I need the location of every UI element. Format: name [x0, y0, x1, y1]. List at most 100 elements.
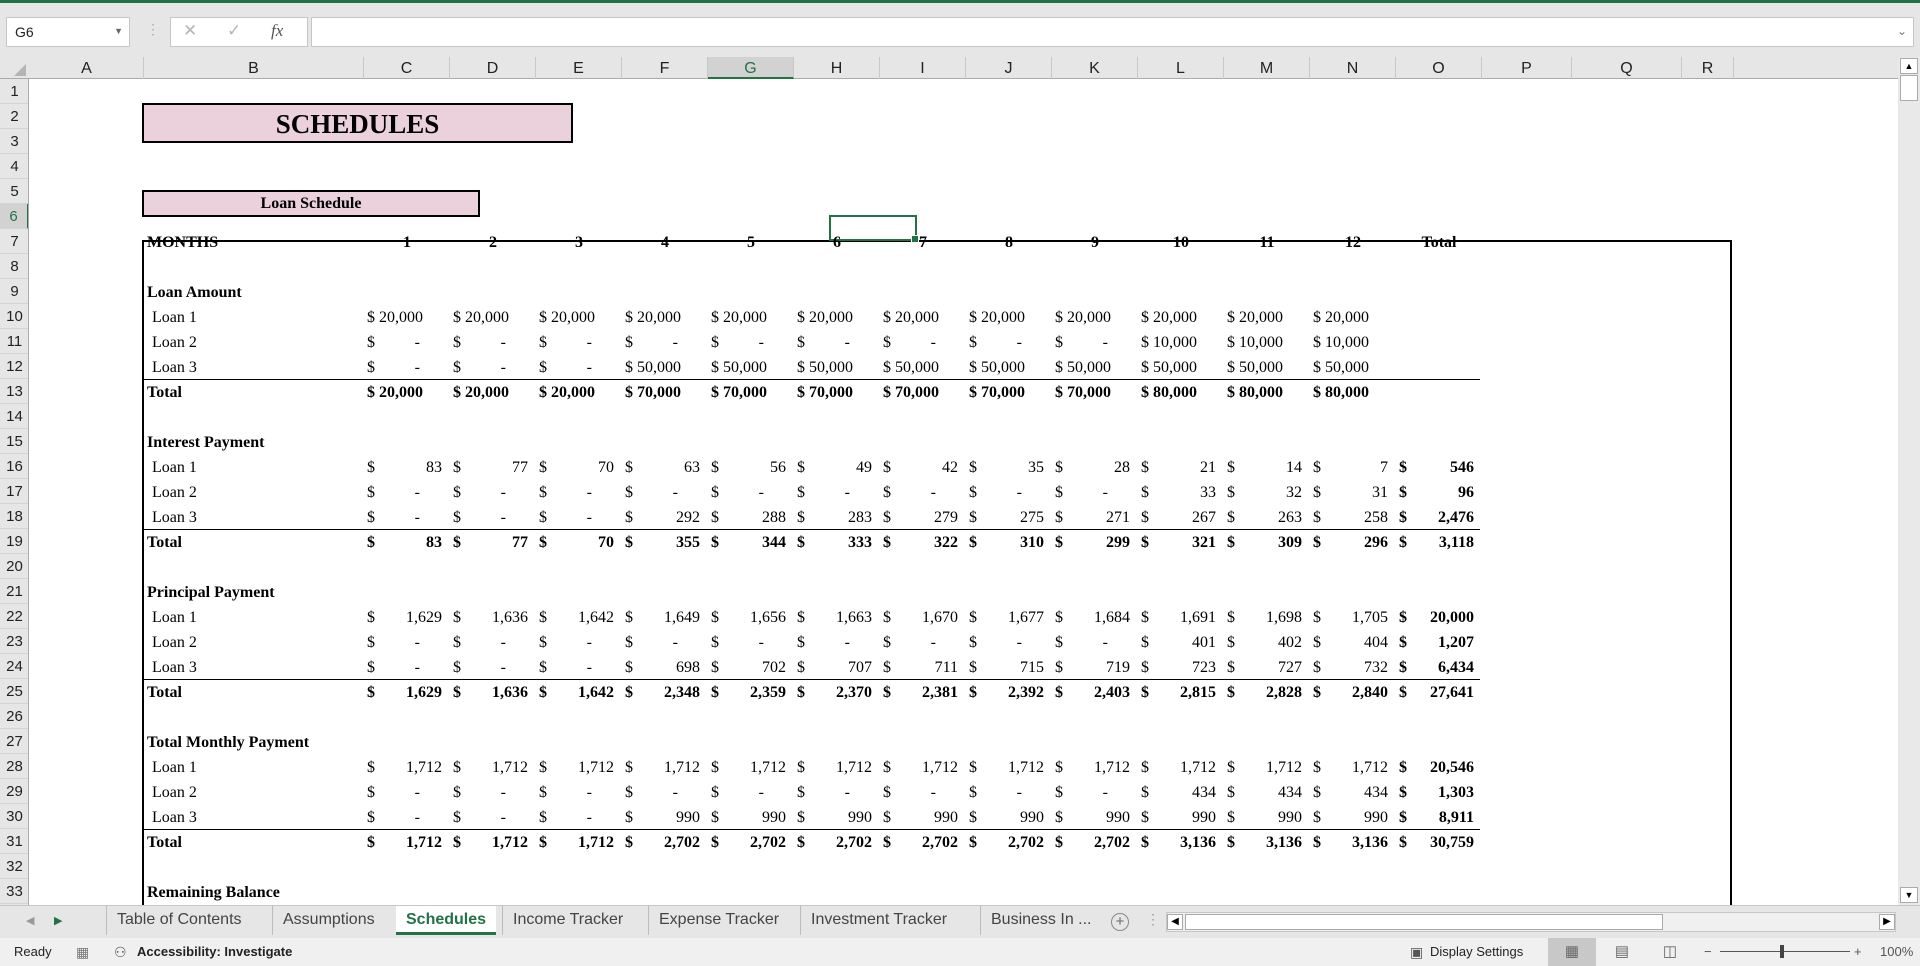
vertical-scrollbar[interactable]: ▲ ▼ [1898, 57, 1920, 905]
row-header-30[interactable]: 30 [0, 804, 28, 829]
function-icon[interactable]: fx [271, 21, 283, 41]
value-cell[interactable]: $ - [536, 655, 622, 680]
total-cell[interactable]: $546 [1396, 455, 1482, 480]
value-cell[interactable]: $ 10,000 [1310, 330, 1396, 355]
value-cell[interactable]: $310 [966, 530, 1052, 555]
column-header-h[interactable]: H [794, 57, 880, 79]
sheet-tab-business-in[interactable]: Business In ... [980, 906, 1102, 935]
value-cell[interactable]: $ - [708, 330, 794, 355]
macro-recording-icon[interactable]: ▦ [76, 944, 89, 961]
value-cell[interactable]: $1,712 [450, 755, 536, 780]
value-cell[interactable]: $321 [1138, 530, 1224, 555]
row-header-13[interactable]: 13 [0, 379, 28, 404]
value-cell[interactable]: $1,642 [536, 680, 622, 705]
column-header-k[interactable]: K [1052, 57, 1138, 79]
page-break-view-icon[interactable]: ◫ [1646, 938, 1694, 966]
value-cell[interactable]: $ - [536, 480, 622, 505]
value-cell[interactable]: $1,712 [450, 830, 536, 855]
row-header-8[interactable]: 8 [0, 254, 28, 279]
row-header-14[interactable]: 14 [0, 404, 28, 429]
value-cell[interactable]: $ 20,000 [1138, 305, 1224, 330]
value-cell[interactable]: $322 [880, 530, 966, 555]
value-cell[interactable]: $ - [622, 630, 708, 655]
scroll-up-icon[interactable]: ▲ [1900, 58, 1918, 74]
value-cell[interactable]: $ 70,000 [622, 380, 708, 405]
value-cell[interactable]: $33 [1138, 480, 1224, 505]
value-cell[interactable]: $ - [966, 480, 1052, 505]
row-header-28[interactable]: 28 [0, 754, 28, 779]
value-cell[interactable]: $ - [450, 805, 536, 830]
row-header-6[interactable]: 6 [0, 204, 28, 229]
row-header-3[interactable]: 3 [0, 129, 28, 154]
value-cell[interactable]: $ - [708, 780, 794, 805]
formula-bar-input[interactable]: ⌄ [311, 17, 1914, 47]
value-cell[interactable]: $723 [1138, 655, 1224, 680]
value-cell[interactable]: $1,712 [622, 755, 708, 780]
value-cell[interactable]: $ - [450, 505, 536, 530]
value-cell[interactable]: $ - [450, 630, 536, 655]
column-header-f[interactable]: F [622, 57, 708, 79]
value-cell[interactable]: $ 50,000 [708, 355, 794, 380]
drag-handle-icon[interactable]: ⋮ [146, 21, 160, 38]
value-cell[interactable]: $2,702 [622, 830, 708, 855]
row-header-2[interactable]: 2 [0, 104, 28, 129]
value-cell[interactable]: $ - [364, 630, 450, 655]
value-cell[interactable]: $ 50,000 [1224, 355, 1310, 380]
value-cell[interactable]: $1,712 [536, 755, 622, 780]
value-cell[interactable]: $ - [966, 330, 1052, 355]
value-cell[interactable]: $1,663 [794, 605, 880, 630]
value-cell[interactable]: $ 50,000 [1310, 355, 1396, 380]
zoom-slider-handle[interactable] [1780, 945, 1784, 958]
value-cell[interactable]: $299 [1052, 530, 1138, 555]
value-cell[interactable]: $ 80,000 [1310, 380, 1396, 405]
value-cell[interactable]: $ - [364, 480, 450, 505]
horizontal-scrollbar[interactable]: ◀ ▶ [1166, 912, 1896, 932]
value-cell[interactable]: $ - [880, 330, 966, 355]
value-cell[interactable]: $49 [794, 455, 880, 480]
total-cell[interactable]: $2,476 [1396, 505, 1482, 530]
page-layout-view-icon[interactable]: ▤ [1598, 938, 1646, 966]
value-cell[interactable]: $1,712 [708, 755, 794, 780]
value-cell[interactable]: $14 [1224, 455, 1310, 480]
value-cell[interactable]: $344 [708, 530, 794, 555]
row-header-5[interactable]: 5 [0, 179, 28, 204]
scroll-down-icon[interactable]: ▼ [1900, 887, 1918, 903]
row-header-26[interactable]: 26 [0, 704, 28, 729]
value-cell[interactable]: $ 20,000 [966, 305, 1052, 330]
chevron-down-icon[interactable]: ▼ [114, 26, 123, 36]
value-cell[interactable]: $ - [622, 780, 708, 805]
value-cell[interactable]: $ 10,000 [1224, 330, 1310, 355]
value-cell[interactable]: $ - [536, 805, 622, 830]
value-cell[interactable]: $ - [794, 630, 880, 655]
value-cell[interactable]: $275 [966, 505, 1052, 530]
column-header-g[interactable]: G [708, 57, 794, 79]
value-cell[interactable]: $ - [1052, 780, 1138, 805]
value-cell[interactable]: $732 [1310, 655, 1396, 680]
value-cell[interactable]: $ 70,000 [1052, 380, 1138, 405]
value-cell[interactable]: $1,705 [1310, 605, 1396, 630]
value-cell[interactable]: $990 [708, 805, 794, 830]
value-cell[interactable]: $ 20,000 [794, 305, 880, 330]
value-cell[interactable]: $ 20,000 [1052, 305, 1138, 330]
value-cell[interactable]: $70 [536, 530, 622, 555]
zoom-level[interactable]: 100% [1880, 944, 1913, 959]
total-cell[interactable]: $1,303 [1396, 780, 1482, 805]
value-cell[interactable]: $401 [1138, 630, 1224, 655]
column-header-l[interactable]: L [1138, 57, 1224, 79]
name-box[interactable]: G6 ▼ [6, 17, 130, 47]
value-cell[interactable]: $719 [1052, 655, 1138, 680]
row-header-20[interactable]: 20 [0, 554, 28, 579]
value-cell[interactable]: $727 [1224, 655, 1310, 680]
display-settings-icon[interactable]: ▣ [1410, 944, 1423, 961]
value-cell[interactable]: $1,712 [364, 755, 450, 780]
value-cell[interactable]: $ - [622, 480, 708, 505]
value-cell[interactable]: $2,403 [1052, 680, 1138, 705]
value-cell[interactable]: $ - [880, 630, 966, 655]
row-header-17[interactable]: 17 [0, 479, 28, 504]
value-cell[interactable]: $990 [880, 805, 966, 830]
sheet-tab-schedules[interactable]: Schedules [396, 906, 497, 935]
value-cell[interactable]: $1,712 [1138, 755, 1224, 780]
value-cell[interactable]: $ 20,000 [880, 305, 966, 330]
row-header-1[interactable]: 1 [0, 79, 28, 104]
row-header-22[interactable]: 22 [0, 604, 28, 629]
